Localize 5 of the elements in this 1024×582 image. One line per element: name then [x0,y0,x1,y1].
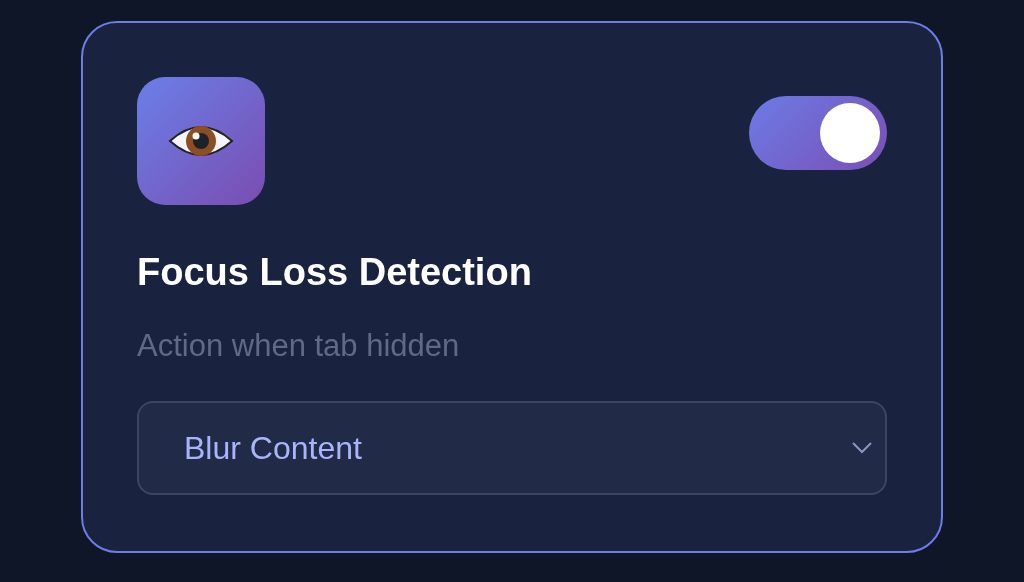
field-label: Action when tab hidden [137,327,461,365]
chevron-down-icon [851,441,873,455]
eye-icon [137,77,265,205]
setting-title: Focus Loss Detection [137,250,533,295]
dropdown-select[interactable]: Blur Content [137,401,887,495]
